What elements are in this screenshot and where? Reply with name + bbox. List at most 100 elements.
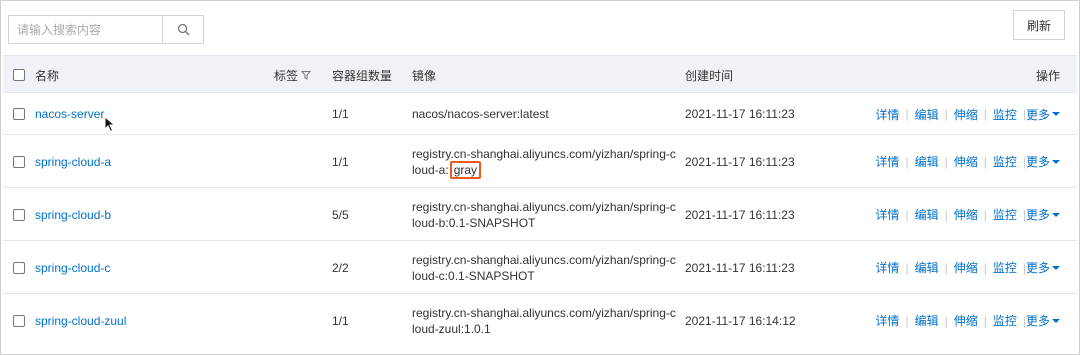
scale-link[interactable]: 伸缩 bbox=[954, 206, 978, 223]
table-row: spring-cloud-c 2/2 registry.cn-shanghai.… bbox=[3, 241, 1077, 294]
row-created: 2021-11-17 16:11:23 bbox=[685, 207, 795, 222]
caret-down-icon bbox=[1052, 318, 1060, 323]
header-tag[interactable]: 标签 bbox=[274, 56, 312, 94]
scale-link[interactable]: 伸缩 bbox=[954, 153, 978, 170]
table-row: spring-cloud-zuul 1/1 registry.cn-shangh… bbox=[3, 294, 1077, 347]
search-button[interactable] bbox=[162, 15, 204, 44]
row-checkbox[interactable] bbox=[13, 314, 25, 327]
image-line: loud-b:0.1-SNAPSHOT bbox=[412, 215, 536, 230]
row-name-link[interactable]: spring-cloud-zuul bbox=[35, 294, 126, 347]
row-pods: 1/1 bbox=[332, 313, 349, 328]
select-all-checkbox[interactable] bbox=[13, 69, 25, 81]
image-line: registry.cn-shanghai.aliyuncs.com/yizhan… bbox=[412, 305, 676, 320]
header-name: 名称 bbox=[35, 68, 60, 83]
more-dropdown[interactable]: 更多 bbox=[1026, 206, 1060, 223]
divider: | bbox=[983, 313, 987, 328]
edit-link[interactable]: 编辑 bbox=[915, 312, 939, 329]
divider: | bbox=[944, 260, 948, 275]
more-label: 更多 bbox=[1025, 208, 1050, 222]
search-icon bbox=[177, 23, 189, 36]
divider: | bbox=[944, 107, 948, 121]
table-row: spring-cloud-a 1/1 registry.cn-shanghai.… bbox=[3, 135, 1077, 188]
row-name-link[interactable]: spring-cloud-a bbox=[35, 135, 111, 188]
caret-down-icon bbox=[1052, 159, 1060, 164]
row-name-link[interactable]: spring-cloud-c bbox=[35, 241, 110, 294]
more-label: 更多 bbox=[1025, 314, 1050, 328]
edit-link[interactable]: 编辑 bbox=[915, 153, 939, 170]
more-label: 更多 bbox=[1025, 261, 1050, 275]
row-image: nacos/nacos-server:latest bbox=[412, 107, 549, 121]
search-bar bbox=[8, 15, 204, 44]
row-actions: 详情 | 编辑 | 伸缩 | 监控 | 更多 bbox=[875, 188, 1060, 241]
row-actions: 详情 | 编辑 | 伸缩 | 监控 | 更多 bbox=[875, 294, 1060, 347]
row-image: registry.cn-shanghai.aliyuncs.com/yizhan… bbox=[412, 241, 676, 294]
divider: | bbox=[905, 207, 909, 222]
more-dropdown[interactable]: 更多 bbox=[1026, 259, 1060, 276]
monitor-link[interactable]: 监控 bbox=[993, 106, 1017, 123]
more-label: 更多 bbox=[1025, 155, 1050, 169]
search-input[interactable] bbox=[8, 15, 162, 44]
scale-link[interactable]: 伸缩 bbox=[954, 312, 978, 329]
row-pods: 2/2 bbox=[332, 260, 349, 275]
mouse-cursor-icon bbox=[104, 116, 116, 133]
row-checkbox[interactable] bbox=[13, 208, 25, 221]
header-tag-label: 标签 bbox=[274, 68, 299, 83]
refresh-button[interactable]: 刷新 bbox=[1013, 10, 1065, 40]
table-header: 名称 标签 容器组数量 镜像 创建时间 操作 bbox=[3, 55, 1077, 93]
row-image: registry.cn-shanghai.aliyuncs.com/yizhan… bbox=[412, 188, 676, 241]
divider: | bbox=[983, 260, 987, 275]
more-dropdown[interactable]: 更多 bbox=[1026, 312, 1060, 329]
monitor-link[interactable]: 监控 bbox=[993, 312, 1017, 329]
row-pods: 1/1 bbox=[332, 154, 349, 169]
divider: | bbox=[944, 207, 948, 222]
row-checkbox[interactable] bbox=[13, 108, 25, 120]
deployments-table: 名称 标签 容器组数量 镜像 创建时间 操作 nacos-server 1/1 … bbox=[3, 55, 1077, 347]
app-frame: 刷新 名称 标签 容器组数量 镜像 创建时间 操作 nacos-server bbox=[0, 0, 1080, 355]
table-row: spring-cloud-b 5/5 registry.cn-shanghai.… bbox=[3, 188, 1077, 241]
row-name-link[interactable]: spring-cloud-b bbox=[35, 188, 111, 241]
row-actions: 详情 | 编辑 | 伸缩 | 监控 | 更多 bbox=[875, 135, 1060, 188]
edit-link[interactable]: 编辑 bbox=[915, 259, 939, 276]
more-label: 更多 bbox=[1025, 107, 1050, 122]
scale-link[interactable]: 伸缩 bbox=[954, 259, 978, 276]
row-checkbox[interactable] bbox=[13, 155, 25, 168]
row-pods: 5/5 bbox=[332, 207, 349, 222]
row-created: 2021-11-17 16:11:23 bbox=[685, 154, 795, 169]
monitor-link[interactable]: 监控 bbox=[993, 153, 1017, 170]
row-created: 2021-11-17 16:11:23 bbox=[685, 260, 795, 275]
divider: | bbox=[905, 154, 909, 169]
monitor-link[interactable]: 监控 bbox=[993, 206, 1017, 223]
image-line: registry.cn-shanghai.aliyuncs.com/yizhan… bbox=[412, 199, 676, 214]
table-row: nacos-server 1/1 nacos/nacos-server:late… bbox=[3, 93, 1077, 135]
row-created: 2021-11-17 16:14:12 bbox=[685, 313, 796, 328]
detail-link[interactable]: 详情 bbox=[875, 312, 899, 329]
divider: | bbox=[983, 207, 987, 222]
caret-down-icon bbox=[1052, 212, 1060, 217]
divider: | bbox=[905, 260, 909, 275]
divider: | bbox=[983, 154, 987, 169]
detail-link[interactable]: 详情 bbox=[875, 206, 899, 223]
row-checkbox[interactable] bbox=[13, 261, 25, 274]
image-line: loud-a: bbox=[412, 162, 449, 177]
detail-link[interactable]: 详情 bbox=[875, 106, 899, 123]
edit-link[interactable]: 编辑 bbox=[915, 106, 939, 123]
monitor-link[interactable]: 监控 bbox=[993, 259, 1017, 276]
row-image: registry.cn-shanghai.aliyuncs.com/yizhan… bbox=[412, 135, 676, 188]
row-created: 2021-11-17 16:11:23 bbox=[685, 107, 795, 121]
more-dropdown[interactable]: 更多 bbox=[1026, 106, 1060, 123]
scale-link[interactable]: 伸缩 bbox=[954, 106, 978, 123]
row-pods: 1/1 bbox=[332, 107, 349, 121]
edit-link[interactable]: 编辑 bbox=[915, 206, 939, 223]
header-image: 镜像 bbox=[412, 68, 437, 83]
row-name-link[interactable]: nacos-server bbox=[35, 93, 104, 135]
row-actions: 详情 | 编辑 | 伸缩 | 监控 | 更多 bbox=[875, 241, 1060, 294]
divider: | bbox=[944, 313, 948, 328]
header-operations: 操作 bbox=[1035, 68, 1060, 83]
image-tag-highlight: gray bbox=[449, 160, 482, 179]
divider: | bbox=[905, 107, 909, 121]
detail-link[interactable]: 详情 bbox=[875, 259, 899, 276]
filter-icon[interactable] bbox=[301, 70, 312, 80]
row-actions: 详情 | 编辑 | 伸缩 | 监控 | 更多 bbox=[875, 93, 1060, 135]
more-dropdown[interactable]: 更多 bbox=[1026, 153, 1060, 170]
detail-link[interactable]: 详情 bbox=[875, 153, 899, 170]
